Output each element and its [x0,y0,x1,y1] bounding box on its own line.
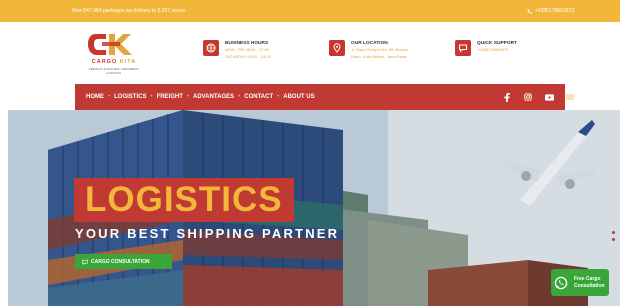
phone-icon [527,9,532,14]
location-line: Utara, Kota Bekasi, Jawa Barat [351,54,407,59]
topbar-phone-link[interactable]: +6285178853673 [527,8,574,14]
nav-item-freight[interactable]: FREIGHT [157,94,183,100]
business-hours-block: BUSINESS HOURS MON - FRI 08:00 - 17:00 S… [203,40,271,60]
hero-subtitle: YOUR BEST SHIPPING PARTNER [75,226,340,241]
logo-tagline: FREIGHT & PROJECT INDONESIA LOGISTIC [88,67,140,75]
business-hours-line: MON - FRI 08:00 - 17:00 [225,47,270,52]
top-bar: Now 547,484 packages we delivery to 5,29… [0,0,620,22]
chat-bubble-icon [82,259,88,265]
location-block: OUR LOCATION Jl. Raya Gempol No. 55, Bek… [329,40,408,60]
topbar-phone-number: +6285178853673 [534,8,574,14]
slider-dots [612,231,615,241]
logo-wordmark: CARGO KITA [91,59,137,65]
cargo-consultation-button[interactable]: CARGO CONSULTATION [75,254,172,269]
social-icons [502,92,554,102]
logo-ck-mark [88,34,132,55]
header: CARGO KITA FREIGHT & PROJECT INDONESIA L… [0,22,620,84]
business-hours-line: SATURDAY 08:00 - 14:00 [225,54,271,59]
slider-dot[interactable] [612,238,615,241]
youtube-icon[interactable] [544,92,554,102]
location-pin-icon [329,40,345,56]
hero-title: LOGISTICS [85,180,283,219]
instagram-icon[interactable] [523,92,533,102]
location-line: Jl. Raya Gempol No. 55, Bekasi [351,47,408,52]
menu-toggle-icon[interactable] [566,94,574,100]
location-title: OUR LOCATION [351,41,388,46]
globe-icon [203,40,219,56]
main-nav: HOME • LOGISTICS • FREIGHT • ADVANTAGES … [75,84,574,110]
quick-support-phone[interactable]: +6285178853673 [477,47,517,53]
logo[interactable]: CARGO KITA FREIGHT & PROJECT INDONESIA L… [84,30,142,75]
quick-support-title: QUICK SUPPORT [477,41,517,46]
cta-label: CARGO CONSULTATION [91,258,150,265]
nav-item-logistics[interactable]: LOGISTICS [114,94,146,100]
nav-item-home[interactable]: HOME [86,94,104,100]
page: Now 547,484 packages we delivery to 5,29… [0,0,620,306]
shipment-count-text: Now 547,484 packages we delivery to 5,29… [72,8,186,14]
chat-icon [455,40,471,56]
business-hours-title: BUSINESS HOURS [225,41,269,46]
nav-item-advantages[interactable]: ADVANTAGES [193,94,234,100]
whatsapp-label: Free Cargo Consultation [574,275,605,289]
slider-dot[interactable] [612,231,615,234]
facebook-icon[interactable] [502,92,512,102]
quick-support-block: QUICK SUPPORT +6285178853673 [455,40,517,56]
nav-item-about-us[interactable]: ABOUT US [283,94,314,100]
hero-title-box: LOGISTICS [74,178,294,222]
whatsapp-icon [554,276,568,289]
nav-item-contact[interactable]: CONTACT [244,94,273,100]
whatsapp-consultation-button[interactable]: Free Cargo Consultation [551,269,609,296]
